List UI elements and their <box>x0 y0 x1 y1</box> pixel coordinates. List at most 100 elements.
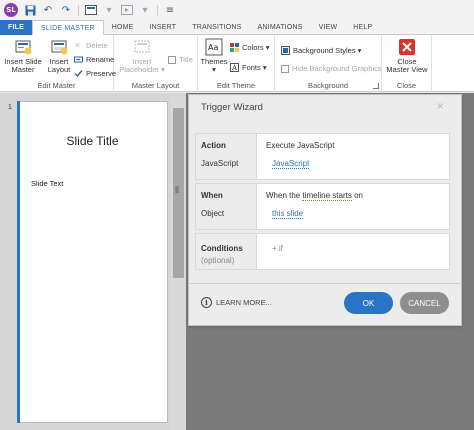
hide-background-graphics-label: Hide Background Graphics <box>292 64 382 73</box>
tab-slide-master[interactable]: SLIDE MASTER <box>31 20 104 36</box>
learn-more-link[interactable]: i LEARN MORE... <box>201 297 272 308</box>
themes-icon: Aa <box>205 38 223 56</box>
group-label-edit-master: Edit Master <box>37 81 76 90</box>
tab-file[interactable]: FILE <box>0 20 32 35</box>
insert-placeholder-icon <box>134 40 150 53</box>
title-checkbox-box[interactable] <box>168 55 176 64</box>
slide-thumbnail-selection <box>17 101 20 423</box>
themes-button[interactable]: Aa Themes ▾ <box>200 38 228 74</box>
timeline-starts-link[interactable]: timeline starts <box>302 191 352 201</box>
background-styles-icon <box>281 46 290 55</box>
save-icon[interactable] <box>24 4 36 16</box>
tab-transitions[interactable]: TRANSITIONS <box>184 20 249 35</box>
rename-label: Rename <box>86 55 115 64</box>
group-label-master-layout: Master Layout <box>131 81 180 90</box>
tab-view[interactable]: VIEW <box>311 20 346 35</box>
group-label-edit-theme: Edit Theme <box>216 81 256 90</box>
javascript-link[interactable]: JavaScript <box>272 159 310 169</box>
preview-icon[interactable] <box>121 4 133 16</box>
group-master-layout: Insert Placeholder ▾ Title Master Layout <box>114 35 198 92</box>
action-label: Action <box>201 141 226 150</box>
dialog-title: Trigger Wizard <box>201 102 263 113</box>
publish-icon[interactable]: ▾ <box>139 4 151 16</box>
divider <box>157 4 158 16</box>
preserve-icon <box>74 70 83 78</box>
insert-placeholder-button[interactable]: Insert Placeholder ▾ <box>116 38 168 74</box>
slide-number: 1 <box>8 104 12 111</box>
close-icon[interactable]: × <box>436 101 444 112</box>
title-checkbox[interactable]: Title <box>168 54 193 65</box>
slide-thumbnail[interactable] <box>17 101 168 423</box>
hide-background-graphics-checkbox[interactable]: Hide Background Graphics <box>281 63 382 74</box>
title-bar: SL ↶ ↷ ▾ ▾ ≡ <box>0 0 474 20</box>
colors-button[interactable]: Colors ▾ <box>230 42 270 53</box>
undo-icon[interactable]: ↶ <box>42 4 54 16</box>
rename-icon <box>74 56 83 63</box>
insert-placeholder-label: Insert Placeholder ▾ <box>119 57 165 74</box>
delete-button[interactable]: ✕ Delete <box>74 40 108 51</box>
background-styles-button[interactable]: Background Styles ▾ <box>281 45 361 56</box>
colors-icon <box>230 43 239 52</box>
group-edit-master: Insert Slide Master Insert Layout ✕ Dele… <box>0 35 116 92</box>
dropdown-icon[interactable]: ▾ <box>103 4 115 16</box>
ribbon-tabs: FILE SLIDE MASTER HOME INSERT TRANSITION… <box>0 20 474 36</box>
action-value[interactable]: Execute JavaScript <box>266 141 334 150</box>
add-if-link[interactable]: + if <box>272 244 283 253</box>
dialog-footer-divider <box>188 283 462 284</box>
tab-animations[interactable]: ANIMATIONS <box>250 20 311 35</box>
when-label: When <box>201 191 223 200</box>
tab-home[interactable]: HOME <box>104 20 142 35</box>
when-value: When the timeline starts on <box>266 191 363 201</box>
close-master-view-button[interactable]: Close Master View <box>385 38 429 74</box>
background-styles-label: Background Styles ▾ <box>293 46 362 55</box>
fonts-label: Fonts ▾ <box>242 63 267 72</box>
insert-slide-master-button[interactable]: Insert Slide Master <box>4 38 42 74</box>
app-logo-icon[interactable]: SL <box>4 3 18 17</box>
ok-button[interactable]: OK <box>344 292 393 314</box>
close-icon <box>399 39 415 55</box>
group-close: Close Master View Close <box>382 35 432 92</box>
redo-icon[interactable]: ↷ <box>60 4 72 16</box>
tab-help[interactable]: HELP <box>345 20 380 35</box>
when-suffix: on <box>354 191 363 200</box>
rename-button[interactable]: Rename <box>74 54 114 65</box>
preserve-button[interactable]: Preserve <box>74 68 116 79</box>
insert-layout-button[interactable]: Insert Layout <box>45 38 73 74</box>
delete-icon: ✕ <box>74 41 81 50</box>
ribbon: Insert Slide Master Insert Layout ✕ Dele… <box>0 35 474 92</box>
colors-label: Colors ▾ <box>242 43 270 52</box>
insert-layout-label: Insert Layout <box>47 57 71 74</box>
fonts-button[interactable]: A Fonts ▾ <box>230 62 267 73</box>
themes-label: Themes ▾ <box>200 57 228 74</box>
object-label: Object <box>201 209 225 218</box>
conditions-optional-label: (optional) <box>201 256 235 265</box>
this-slide-link[interactable]: this slide <box>272 209 304 219</box>
customize-icon[interactable]: ≡ <box>164 4 176 16</box>
delete-label: Delete <box>86 41 108 50</box>
slide-icon[interactable] <box>85 4 97 16</box>
title-checkbox-label: Title <box>179 55 193 64</box>
preserve-label: Preserve <box>86 69 117 78</box>
insert-slide-master-label: Insert Slide Master <box>4 57 42 74</box>
hide-background-graphics-box[interactable] <box>281 64 289 73</box>
fonts-icon: A <box>230 63 239 72</box>
group-background: Background Styles ▾ Hide Background Grap… <box>275 35 382 92</box>
cancel-button[interactable]: CANCEL <box>400 292 449 314</box>
javascript-value-link[interactable]: JavaScript <box>272 159 310 169</box>
javascript-label: JavaScript <box>201 159 239 168</box>
tab-insert[interactable]: INSERT <box>142 20 185 35</box>
pane-splitter-icon[interactable]: ⦀ <box>175 186 179 196</box>
svg-text:Aa: Aa <box>208 43 218 52</box>
slide-text-placeholder: Slide Text <box>31 179 64 188</box>
insert-slide-master-icon <box>15 40 32 55</box>
when-prefix: When the <box>266 191 301 200</box>
group-edit-theme: Aa Themes ▾ Colors ▾ A Fonts ▾ Edit Them… <box>198 35 275 92</box>
group-label-close: Close <box>396 81 417 90</box>
object-value-link[interactable]: this slide <box>272 209 304 219</box>
slide-title-placeholder: Slide Title <box>66 134 119 148</box>
conditions-label: Conditions <box>201 244 243 253</box>
close-master-view-label: Close Master View <box>386 57 428 74</box>
group-label-background: Background <box>307 81 349 90</box>
insert-layout-icon <box>51 40 68 55</box>
learn-more-label: LEARN MORE... <box>216 298 272 307</box>
